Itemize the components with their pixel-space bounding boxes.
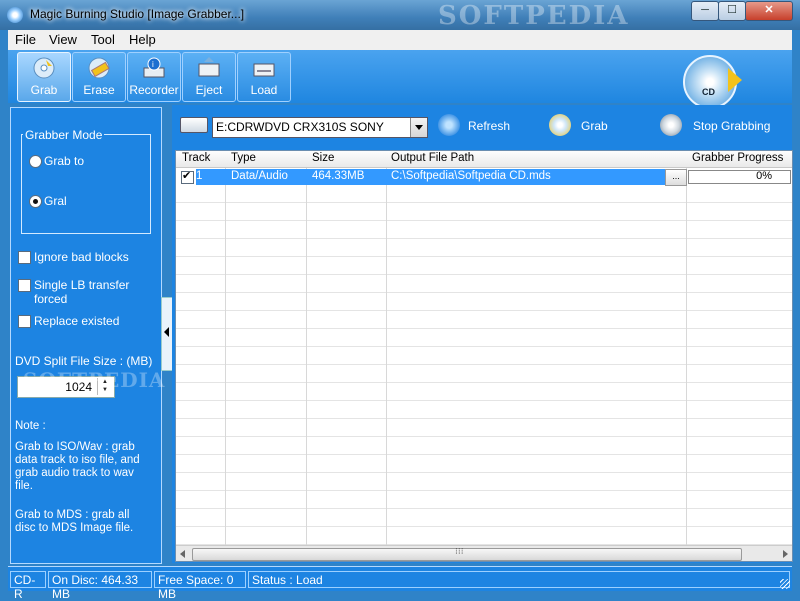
watermark: SOFTPEDIA [438, 1, 630, 31]
load-toolbar-button[interactable]: Load [237, 52, 291, 102]
track-type: Data/Audio [231, 170, 288, 182]
window-title: Magic Burning Studio [Image Grabber...] [30, 7, 245, 21]
minimize-button[interactable]: ─ [691, 1, 719, 21]
grab-progress-bar: 0% [688, 170, 791, 184]
toolbar: Grab Erase i Recorder Eject Load [8, 50, 792, 103]
recorder-toolbar-label: Recorder [129, 83, 179, 97]
header-type[interactable]: Type [231, 152, 256, 164]
header-progress[interactable]: Grabber Progress [692, 152, 783, 164]
arrow-right-icon [728, 68, 742, 92]
refresh-icon[interactable] [438, 114, 460, 136]
single-lb-label: Single LB transfer forced [34, 278, 130, 306]
stop-grabbing-icon[interactable] [660, 114, 682, 136]
grab-disc-icon [33, 57, 55, 79]
menu-view[interactable]: View [49, 32, 77, 47]
menu-help[interactable]: Help [129, 32, 156, 47]
horizontal-scrollbar[interactable] [176, 545, 792, 561]
eject-toolbar-label: Eject [195, 83, 223, 97]
gral-label: Gral [44, 194, 67, 208]
load-toolbar-label: Load [250, 83, 278, 97]
resize-grip-icon[interactable] [780, 579, 790, 589]
header-size[interactable]: Size [312, 152, 334, 164]
replace-existed-label: Replace existed [34, 314, 120, 328]
ignore-bad-blocks-checkbox[interactable] [18, 251, 31, 264]
track-number: 1 [196, 170, 203, 182]
options-panel: Grabber Mode Grab to Gral Ignore bad blo… [10, 107, 166, 564]
drive-select-value: E:CDRWDVD CRX310S SONY [216, 120, 384, 134]
close-button[interactable]: ✕ [745, 1, 793, 21]
svg-text:i: i [152, 60, 154, 69]
column-divider [686, 151, 687, 545]
erase-toolbar-label: Erase [83, 83, 115, 97]
erase-toolbar-button[interactable]: Erase [72, 52, 126, 102]
grid-lines [176, 185, 792, 545]
column-divider [225, 151, 226, 545]
status-free-space: Free Space: 0 MB [154, 571, 246, 601]
browse-path-button[interactable]: ... [665, 169, 687, 186]
column-divider [306, 151, 307, 545]
split-size-label: DVD Split File Size : (MB) [15, 354, 153, 368]
note-title: Note : [15, 420, 46, 432]
grab-to-radio[interactable] [29, 155, 42, 168]
recorder-info-icon: i [143, 57, 165, 78]
eject-drive-icon [198, 57, 220, 77]
table-header: Track Type Size Output File Path Grabber… [176, 151, 792, 168]
stop-grabbing-button[interactable]: Stop Grabbing [693, 119, 770, 133]
grab-to-label: Grab to [44, 154, 85, 168]
single-lb-checkbox[interactable] [18, 279, 31, 292]
track-size: 464.33MB [312, 170, 365, 182]
cd-logo-text: CD [702, 87, 715, 97]
column-divider [386, 151, 387, 545]
scroll-left-icon[interactable] [180, 550, 185, 558]
scroll-right-icon[interactable] [783, 550, 788, 558]
grabber-mode-group [21, 134, 151, 234]
refresh-button[interactable]: Refresh [468, 119, 510, 133]
table-row[interactable]: 1 Data/Audio 464.33MB C:\Softpedia\Softp… [176, 169, 792, 186]
grab-progress-text: 0% [756, 170, 772, 182]
maximize-button[interactable]: ☐ [718, 1, 746, 21]
load-drive-icon [253, 63, 275, 77]
menu-tool[interactable]: Tool [91, 32, 115, 47]
output-path[interactable]: C:\Softpedia\Softpedia CD.mds [391, 170, 551, 182]
chevron-down-icon[interactable] [410, 118, 427, 137]
grab-button[interactable]: Grab [581, 119, 608, 133]
status-bar: CD-R On Disc: 464.33 MB Free Space: 0 MB… [8, 566, 792, 601]
recorder-toolbar-button[interactable]: i Recorder [127, 52, 181, 102]
title-bar: Magic Burning Studio [Image Grabber...] … [0, 0, 800, 31]
status-disc-type: CD-R [10, 571, 46, 601]
grabber-mode-title: Grabber Mode [23, 128, 105, 142]
erase-disc-icon [88, 57, 110, 79]
ignore-bad-blocks-label: Ignore bad blocks [34, 250, 129, 264]
note-mds: Grab to MDS : grab all disc to MDS Image… [15, 509, 134, 534]
header-track[interactable]: Track [182, 152, 210, 164]
status-on-disc: On Disc: 464.33 MB [48, 571, 152, 601]
scroll-thumb[interactable] [192, 546, 742, 561]
grab-icon[interactable] [549, 114, 571, 136]
panel-watermark: SOFTPEDIA [23, 368, 166, 392]
grab-toolbar-button[interactable]: Grab [17, 52, 71, 102]
eject-toolbar-button[interactable]: Eject [182, 52, 236, 102]
drive-icon [180, 117, 208, 133]
track-table: Track Type Size Output File Path Grabber… [175, 150, 793, 562]
gral-radio[interactable] [29, 195, 42, 208]
menu-bar: File View Tool Help [8, 30, 792, 51]
grab-toolbar-label: Grab [30, 83, 58, 97]
grabber-panel: E:CDRWDVD CRX310S SONY Refresh Grab Stop… [172, 105, 793, 563]
status-text: Status : Load [248, 571, 790, 588]
track-select-checkbox[interactable] [181, 169, 194, 184]
menu-file[interactable]: File [15, 32, 36, 47]
app-disc-icon [7, 7, 23, 23]
replace-existed-checkbox[interactable] [18, 315, 31, 328]
drive-select[interactable]: E:CDRWDVD CRX310S SONY [212, 117, 428, 138]
note-iso-wav: Grab to ISO/Wav : grab data track to iso… [15, 441, 140, 492]
header-output-path[interactable]: Output File Path [391, 152, 474, 164]
